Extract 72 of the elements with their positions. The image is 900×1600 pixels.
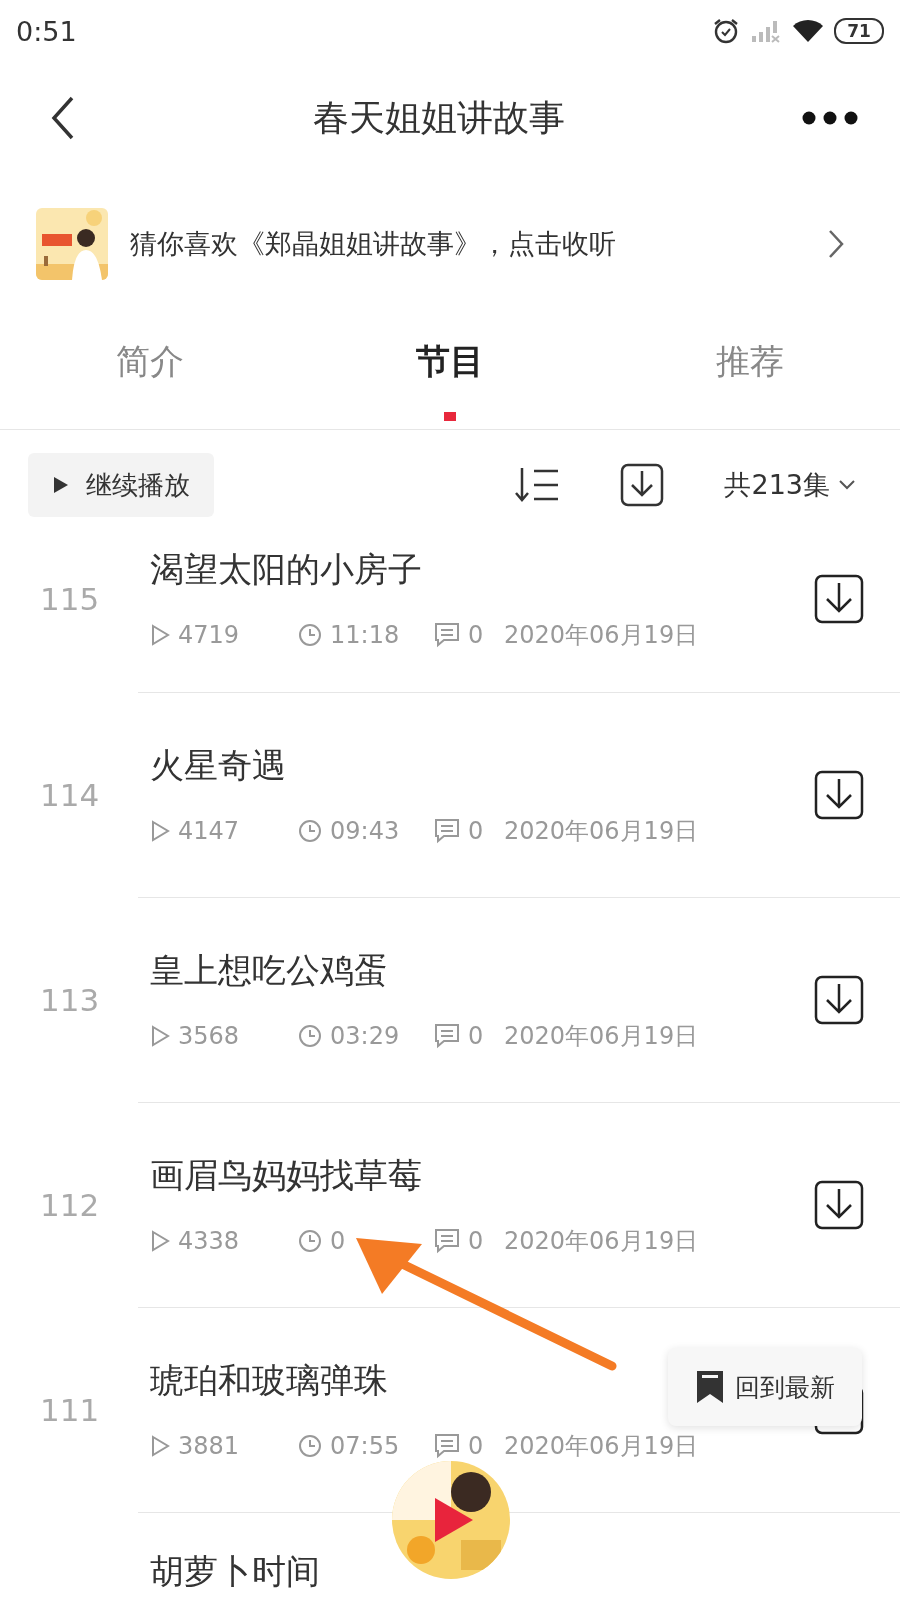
comment-icon [434,1433,460,1459]
play-count: 4338 [178,1227,241,1255]
comment-count: 0 [468,621,482,649]
episode-number: 113 [39,982,101,1018]
publish-date: 2020年06月19日 [504,1431,699,1462]
episode-number: 112 [39,1187,101,1223]
episode-title: 胡萝卜时间 [150,1550,320,1593]
clock-icon [298,1434,322,1458]
episode-number: 114 [39,777,101,813]
download-icon[interactable] [620,463,665,507]
alarm-icon [712,17,740,45]
duration: 03:29 [330,1022,401,1050]
chevron-down-icon [838,479,856,491]
episode-count-dropdown[interactable]: 共213集 [724,467,856,503]
comment-icon [434,1023,460,1049]
play-count-icon [150,1435,170,1457]
duration: 09:43 [330,817,401,845]
publish-date: 2020年06月19日 [504,816,699,847]
episode-title: 火星奇遇 [150,744,286,787]
tab[interactable]: 节目 [300,304,600,429]
episode-title: 琥珀和玻璃弹珠 [150,1359,388,1402]
chevron-right-icon [828,229,844,259]
comment-count: 0 [468,817,482,845]
comment-icon [434,818,460,844]
battery-indicator: 71 [834,18,884,44]
comment-count: 0 [468,1432,482,1460]
comment-icon [434,622,460,648]
banner-text: 猜你喜欢《郑晶姐姐讲故事》，点击收听 [130,227,617,261]
download-icon[interactable] [814,975,864,1025]
recommendation-banner[interactable]: 猜你喜欢《郑晶姐姐讲故事》，点击收听 [0,204,900,284]
play-count-icon [150,1025,170,1047]
continue-play-button[interactable]: 继续播放 [28,453,214,517]
play-count: 3568 [178,1022,241,1050]
play-icon [52,475,70,495]
episode-number: 115 [39,581,101,617]
clock-icon [298,1024,322,1048]
back-icon[interactable] [50,96,76,140]
play-count: 4147 [178,817,241,845]
duration: 07:55 [330,1432,401,1460]
download-icon[interactable] [814,770,864,820]
episode-title: 画眉鸟妈妈找草莓 [150,1154,422,1197]
more-icon[interactable] [802,111,858,125]
publish-date: 2020年06月19日 [504,620,699,651]
wifi-icon [792,18,824,44]
play-count-icon [150,820,170,842]
clock-icon [298,623,322,647]
sort-icon[interactable] [514,466,561,504]
download-icon[interactable] [814,574,864,624]
download-icon[interactable] [814,1180,864,1230]
page-title: 春天姐姐讲故事 [313,95,565,140]
play-count-icon [150,1230,170,1252]
play-count: 4719 [178,621,241,649]
tab[interactable]: 简介 [0,304,300,429]
episode-title: 渴望太阳的小房子 [150,548,422,591]
play-count-icon [150,624,170,646]
clock-icon [298,819,322,843]
signal-icon [750,19,782,43]
status-time: 0:51 [16,15,77,47]
bookmark-icon [695,1369,725,1405]
episode-number: 111 [39,1392,101,1428]
back-to-latest-toast[interactable]: 回到最新 [668,1348,862,1426]
duration: 11:18 [330,621,401,649]
play-count: 3881 [178,1432,241,1460]
publish-date: 2020年06月19日 [504,1226,699,1257]
publish-date: 2020年06月19日 [504,1021,699,1052]
clock-icon [298,1229,322,1253]
comment-count: 0 [468,1022,482,1050]
tab[interactable]: 推荐 [600,304,900,429]
comment-count: 0 [468,1227,482,1255]
episode-title: 皇上想吃公鸡蛋 [150,949,388,992]
duration: 0 [330,1227,347,1255]
comment-icon [434,1228,460,1254]
